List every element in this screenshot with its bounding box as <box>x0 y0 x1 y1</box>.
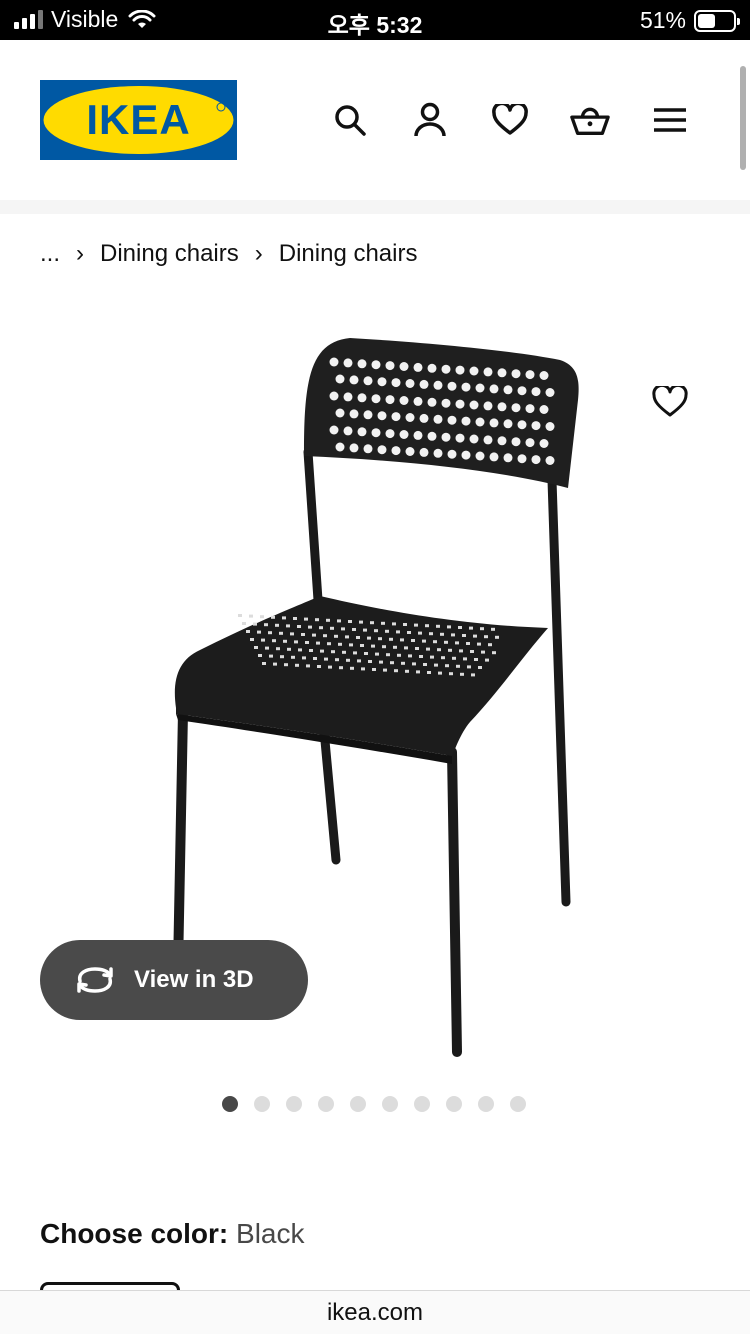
battery-percent: 51% <box>639 7 686 33</box>
breadcrumb: ... › Dining chairs › Dining chairs <box>40 240 417 268</box>
menu-icon[interactable] <box>650 100 690 140</box>
battery-icon <box>694 9 740 32</box>
breadcrumb-item-1[interactable]: Dining chairs <box>100 240 239 268</box>
view-in-3d-label: View in 3D <box>134 966 254 993</box>
url-text: ikea.com <box>326 1299 424 1326</box>
view-in-3d-button[interactable]: View in 3D <box>40 940 308 1020</box>
heart-icon <box>652 386 688 417</box>
breadcrumb-separator-icon: › <box>254 240 263 267</box>
color-chooser: Choose color: Black <box>40 1218 304 1250</box>
user-icon[interactable] <box>410 100 450 140</box>
breadcrumb-item-2[interactable]: Dining chairs <box>279 240 418 268</box>
page-scrollbar[interactable] <box>740 66 746 170</box>
ikea-logo[interactable]: IKEA <box>40 80 237 160</box>
battery-group: 51% <box>639 7 740 34</box>
breadcrumb-ellipsis[interactable]: ... <box>40 240 60 268</box>
site-header: IKEA <box>0 40 750 200</box>
gallery-dot[interactable] <box>222 1096 238 1112</box>
gallery-pagination <box>222 1096 526 1112</box>
gallery-dot[interactable] <box>510 1096 526 1112</box>
gallery-dot[interactable] <box>414 1096 430 1112</box>
gallery-dot[interactable] <box>318 1096 334 1112</box>
search-icon[interactable] <box>330 100 370 140</box>
gallery-dot[interactable] <box>478 1096 494 1112</box>
status-bar: Visible 오후 5:32 51% <box>0 0 750 40</box>
gallery-dot[interactable] <box>286 1096 302 1112</box>
gallery-dot[interactable] <box>382 1096 398 1112</box>
header-actions <box>330 100 690 140</box>
svg-text:IKEA: IKEA <box>86 96 190 143</box>
gallery-dot[interactable] <box>446 1096 462 1112</box>
breadcrumb-separator-icon: › <box>76 240 85 267</box>
add-to-favourites-button[interactable] <box>648 380 692 424</box>
color-label: Choose color: <box>40 1218 229 1249</box>
status-time: 오후 5:32 <box>327 12 423 38</box>
gallery-dot[interactable] <box>254 1096 270 1112</box>
color-value: Black <box>236 1218 305 1249</box>
cart-icon[interactable] <box>570 100 610 140</box>
heart-icon[interactable] <box>490 100 530 140</box>
gallery-dot[interactable] <box>350 1096 366 1112</box>
rotate-3d-icon <box>77 967 113 993</box>
header-divider <box>0 200 750 214</box>
browser-url-bar[interactable]: ikea.com <box>0 1290 750 1334</box>
